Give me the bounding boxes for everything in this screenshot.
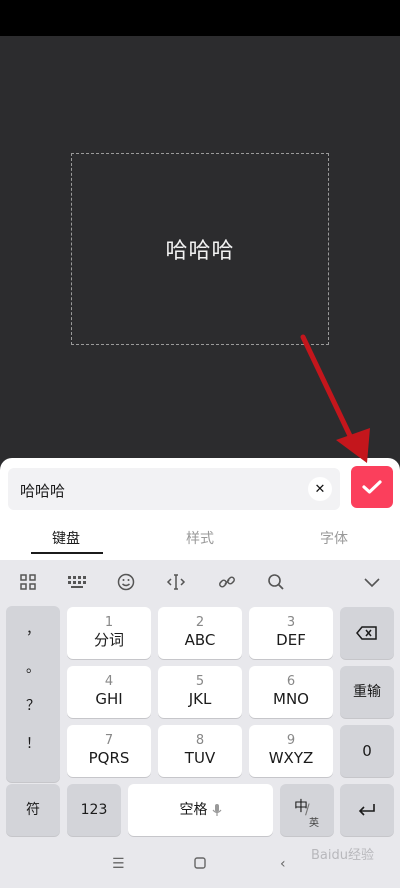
punctuation-column: ， 。 ？ ！ <box>6 606 60 782</box>
home-icon[interactable] <box>194 857 206 873</box>
key-number: 7 <box>104 733 114 748</box>
key-number: 8 <box>195 733 205 748</box>
key-letters: ABC <box>184 631 216 649</box>
chevron-down-icon[interactable] <box>360 570 384 594</box>
key-letters: MNO <box>273 690 309 708</box>
key-number: 6 <box>286 674 296 689</box>
key-2[interactable]: 2 ABC <box>158 607 242 659</box>
key-number: 2 <box>195 615 205 630</box>
key-letters: TUV <box>184 749 216 767</box>
key-9[interactable]: 9 WXYZ <box>249 725 333 777</box>
key-letters: JKL <box>188 690 212 708</box>
zero-label: 0 <box>362 742 372 760</box>
tab-bar: 键盘 样式 字体 <box>0 522 400 556</box>
key-7[interactable]: 7 PQRS <box>67 725 151 777</box>
tab-style[interactable]: 样式 <box>186 528 214 548</box>
cursor-move-icon[interactable] <box>164 570 188 594</box>
numeric-label: 123 <box>80 802 108 818</box>
watermark: Baidu经验 <box>311 848 374 863</box>
keyboard: ， 。 ？ ！ 1 分词 2 ABC 3 DEF 4 GHI 5 JKL 6 M… <box>0 560 400 888</box>
key-5[interactable]: 5 JKL <box>158 666 242 718</box>
key-1[interactable]: 1 分词 <box>67 607 151 659</box>
emoji-icon[interactable] <box>114 570 138 594</box>
key-6[interactable]: 6 MNO <box>249 666 333 718</box>
text-input-field[interactable]: 哈哈哈 ✕ <box>8 468 340 510</box>
symbol-key[interactable]: 符 <box>6 784 60 836</box>
key-number: 4 <box>104 674 114 689</box>
keyboard-layout-icon[interactable] <box>65 570 89 594</box>
numeric-key[interactable]: 123 <box>67 784 121 836</box>
key-number: 3 <box>286 615 296 630</box>
text-input-value: 哈哈哈 <box>20 482 66 500</box>
tab-font[interactable]: 字体 <box>320 528 348 548</box>
microphone-icon <box>212 804 221 816</box>
text-sticker-label: 哈哈哈 <box>165 239 235 264</box>
key-letters: WXYZ <box>268 749 314 767</box>
backspace-key[interactable] <box>340 607 394 659</box>
backspace-icon <box>356 626 377 640</box>
exclamation-key[interactable]: ！ <box>6 724 60 762</box>
key-number: 1 <box>104 615 114 630</box>
search-icon[interactable] <box>264 570 288 594</box>
enter-icon <box>358 804 375 816</box>
period-key[interactable]: 。 <box>6 648 60 686</box>
key-0[interactable]: 0 <box>340 725 394 777</box>
comma-key[interactable]: ， <box>6 610 60 648</box>
status-bar <box>0 0 400 36</box>
question-key[interactable]: ？ <box>6 686 60 724</box>
grid-menu-icon[interactable] <box>16 570 40 594</box>
link-icon[interactable] <box>215 570 239 594</box>
key-3[interactable]: 3 DEF <box>249 607 333 659</box>
space-label: 空格 <box>179 802 208 818</box>
reinput-label: 重输 <box>353 684 381 700</box>
key-number: 9 <box>286 733 296 748</box>
language-switch-key[interactable]: 中 / 英 <box>280 784 334 836</box>
editor-canvas: 哈哈哈 <box>0 36 400 466</box>
enter-key[interactable] <box>340 784 394 836</box>
key-number: 5 <box>195 674 205 689</box>
tab-keyboard[interactable]: 键盘 <box>52 528 80 548</box>
menu-icon[interactable]: ☰ <box>112 856 125 872</box>
space-key[interactable]: 空格 <box>128 784 273 836</box>
language-sub-label: 英 <box>309 818 319 829</box>
clear-text-button[interactable]: ✕ <box>308 477 332 501</box>
symbol-label: 符 <box>26 802 40 818</box>
key-4[interactable]: 4 GHI <box>67 666 151 718</box>
close-icon: ✕ <box>314 481 326 497</box>
page: 哈哈哈 哈哈哈 ✕ 键盘 样式 字体 ， 。 ？ ！ 1 分词 2 ABC 3 … <box>0 0 400 888</box>
key-8[interactable]: 8 TUV <box>158 725 242 777</box>
back-icon[interactable]: ‹ <box>280 856 286 872</box>
reinput-key[interactable]: 重输 <box>340 666 394 718</box>
key-letters: DEF <box>276 631 306 649</box>
key-letters: PQRS <box>88 749 130 767</box>
key-letters: 分词 <box>93 631 124 649</box>
key-letters: GHI <box>95 690 123 708</box>
active-tab-indicator <box>31 552 103 554</box>
checkmark-icon <box>362 480 382 494</box>
text-sticker-box[interactable]: 哈哈哈 <box>71 153 329 345</box>
confirm-button[interactable] <box>351 466 393 508</box>
